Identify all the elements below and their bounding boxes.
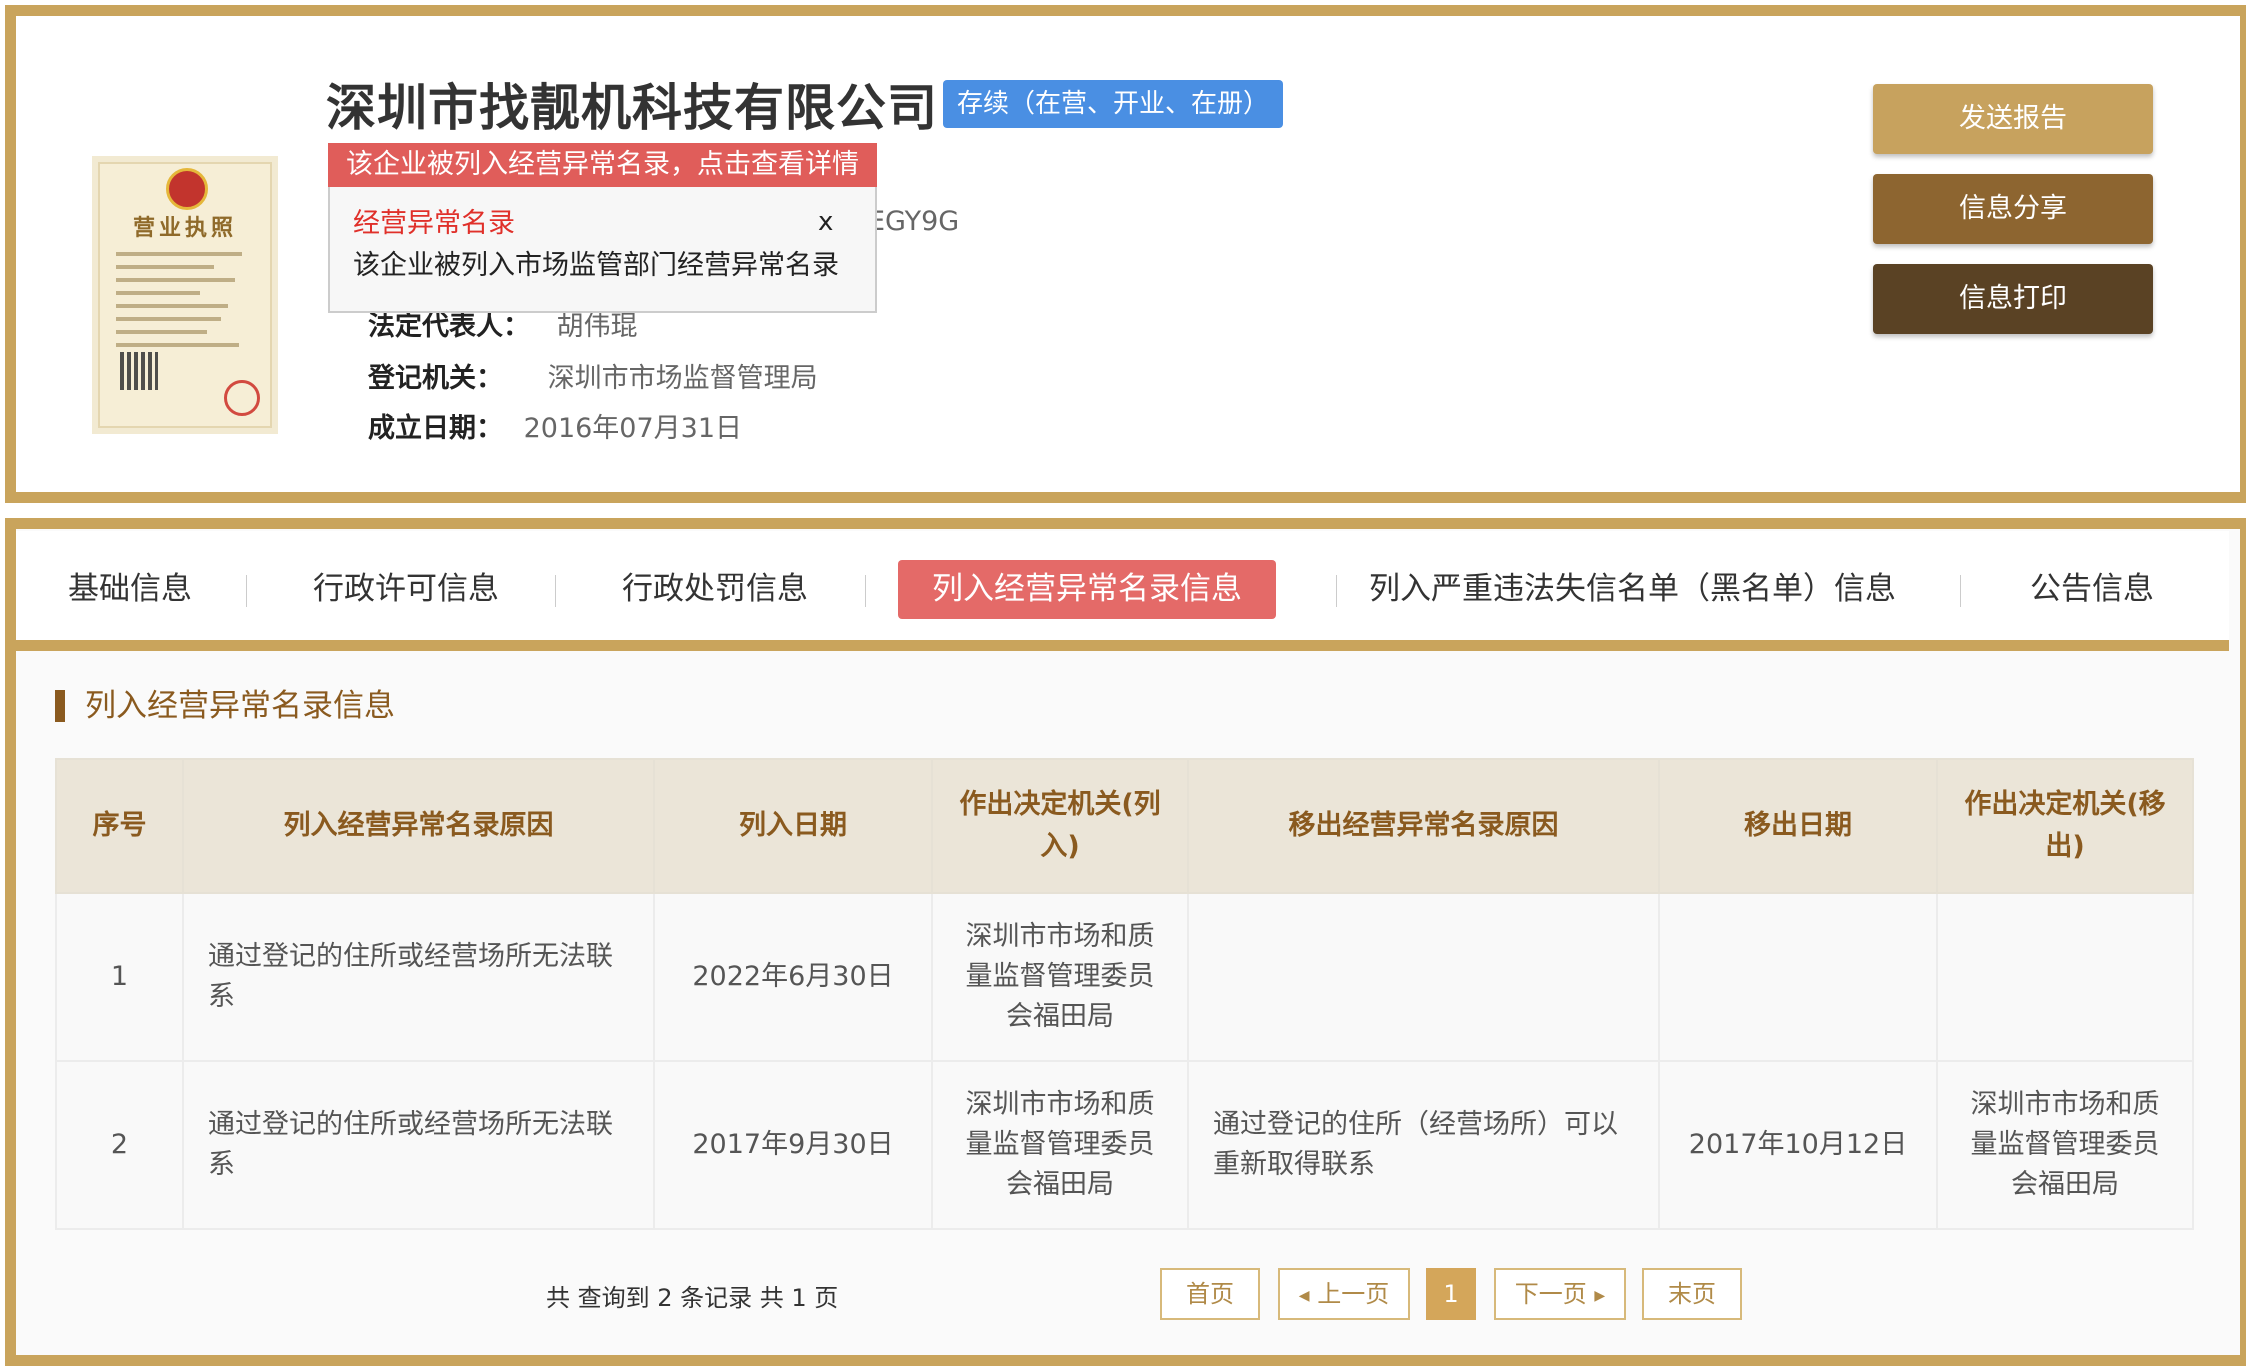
close-icon[interactable]: x — [818, 207, 833, 237]
table-row: 2 通过登记的住所或经营场所无法联系 2017年9月30日 深圳市市场和质量监督… — [55, 1060, 2194, 1230]
column-header: 列入经营异常名录原因 — [182, 758, 655, 894]
credit-code-fragment: EGY9G — [868, 206, 960, 237]
company-name: 深圳市找靓机科技有限公司 — [326, 79, 938, 137]
table-cell: 2 — [55, 1060, 184, 1230]
table-cell: 深圳市市场和质量监督管理委员会福田局 — [931, 1060, 1189, 1230]
info-label: 登记机关： — [368, 363, 503, 394]
share-button[interactable]: 信息分享 — [1873, 174, 2153, 244]
tab-abnormal-list[interactable]: 列入经营异常名录信息 — [898, 560, 1276, 619]
info-value: 深圳市市场监督管理局 — [547, 363, 818, 394]
business-license-image[interactable]: 营业执照 — [98, 162, 272, 428]
tab-basic-info[interactable]: 基础信息 — [68, 560, 192, 619]
info-label: 法定代表人： — [368, 311, 530, 342]
pager-summary: 共 查询到 2 条记录 共 1 页 — [546, 1284, 839, 1312]
next-page-button[interactable]: 下一页 ▶ — [1494, 1268, 1626, 1320]
column-header: 列入日期 — [653, 758, 933, 894]
license-text-lines — [116, 252, 256, 356]
send-report-button[interactable]: 发送报告 — [1873, 84, 2153, 154]
table-cell — [1936, 892, 2194, 1062]
column-header: 移出经营异常名录原因 — [1187, 758, 1660, 894]
prev-page-button[interactable]: ◀ 上一页 — [1278, 1268, 1410, 1320]
tab-divider — [1960, 575, 1961, 607]
chevron-right-icon: ▶ — [1594, 1288, 1606, 1304]
info-row-establish-date: 成立日期： 2016年07月31日 — [368, 406, 742, 445]
tab-announcements[interactable]: 公告信息 — [2030, 560, 2154, 619]
tab-admin-penalty[interactable]: 行政处罚信息 — [622, 560, 808, 619]
popup-text: 该企业被列入市场监管部门经营异常名录 — [353, 250, 839, 281]
popup-title: 经营异常名录 — [353, 208, 515, 239]
info-row-registration-authority: 登记机关： 深圳市市场监督管理局 — [368, 356, 818, 395]
page-number-current[interactable]: 1 — [1426, 1268, 1476, 1320]
tab-divider — [865, 575, 866, 607]
print-button[interactable]: 信息打印 — [1873, 264, 2153, 334]
table-cell: 1 — [55, 892, 184, 1062]
first-page-button[interactable]: 首页 — [1160, 1268, 1260, 1320]
tab-divider — [246, 575, 247, 607]
abnormal-list-alert-link[interactable]: 该企业被列入经营异常名录，点击查看详情 — [328, 143, 877, 187]
table-cell: 深圳市市场和质量监督管理委员会福田局 — [931, 892, 1189, 1062]
column-header: 序号 — [55, 758, 184, 894]
national-emblem-icon — [166, 168, 208, 210]
table-cell — [1187, 892, 1660, 1062]
column-header: 作出决定机关(列入) — [931, 758, 1189, 894]
tab-divider — [555, 575, 556, 607]
seal-icon — [224, 380, 260, 416]
table-cell: 通过登记的住所（经营场所）可以重新取得联系 — [1187, 1060, 1660, 1230]
abnormal-list-popup: 经营异常名录 x 该企业被列入市场监管部门经营异常名录 — [328, 187, 877, 313]
table-cell: 通过登记的住所或经营场所无法联系 — [182, 892, 655, 1062]
status-badge: 存续（在营、开业、在册） — [943, 80, 1284, 128]
last-page-button[interactable]: 末页 — [1642, 1268, 1742, 1320]
license-title: 营业执照 — [132, 216, 237, 241]
table-cell: 深圳市市场和质量监督管理委员会福田局 — [1936, 1060, 2194, 1230]
info-value: 2016年07月31日 — [523, 413, 743, 444]
column-header: 移出日期 — [1658, 758, 1938, 894]
tab-blacklist[interactable]: 列入严重违法失信名单（黑名单）信息 — [1369, 560, 1896, 619]
table-cell: 通过登记的住所或经营场所无法联系 — [182, 1060, 655, 1230]
tab-bar: 基础信息 行政许可信息 行政处罚信息 列入经营异常名录信息 列入严重违法失信名单… — [16, 531, 2229, 651]
next-page-label: 下一页 — [1514, 1280, 1587, 1308]
chevron-left-icon: ◀ — [1298, 1288, 1310, 1304]
info-value: 胡伟琨 — [556, 311, 638, 342]
table-cell: 2017年10月12日 — [1658, 1060, 1938, 1230]
table-cell: 2022年6月30日 — [653, 892, 933, 1062]
table-cell: 2017年9月30日 — [653, 1060, 933, 1230]
table-row: 1 通过登记的住所或经营场所无法联系 2022年6月30日 深圳市市场和质量监督… — [55, 892, 2194, 1062]
info-label: 成立日期： — [368, 413, 503, 444]
table-header-row: 序号 列入经营异常名录原因 列入日期 作出决定机关(列入) 移出经营异常名录原因… — [55, 758, 2194, 894]
prev-page-label: 上一页 — [1317, 1280, 1390, 1308]
table-cell — [1658, 892, 1938, 1062]
column-header: 作出决定机关(移出) — [1936, 758, 2194, 894]
tab-divider — [1336, 575, 1337, 607]
abnormal-records-table: 序号 列入经营异常名录原因 列入日期 作出决定机关(列入) 移出经营异常名录原因… — [55, 758, 2194, 1230]
qr-code-icon — [120, 352, 158, 390]
section-title: 列入经营异常名录信息 — [55, 690, 395, 722]
tab-admin-license[interactable]: 行政许可信息 — [313, 560, 499, 619]
